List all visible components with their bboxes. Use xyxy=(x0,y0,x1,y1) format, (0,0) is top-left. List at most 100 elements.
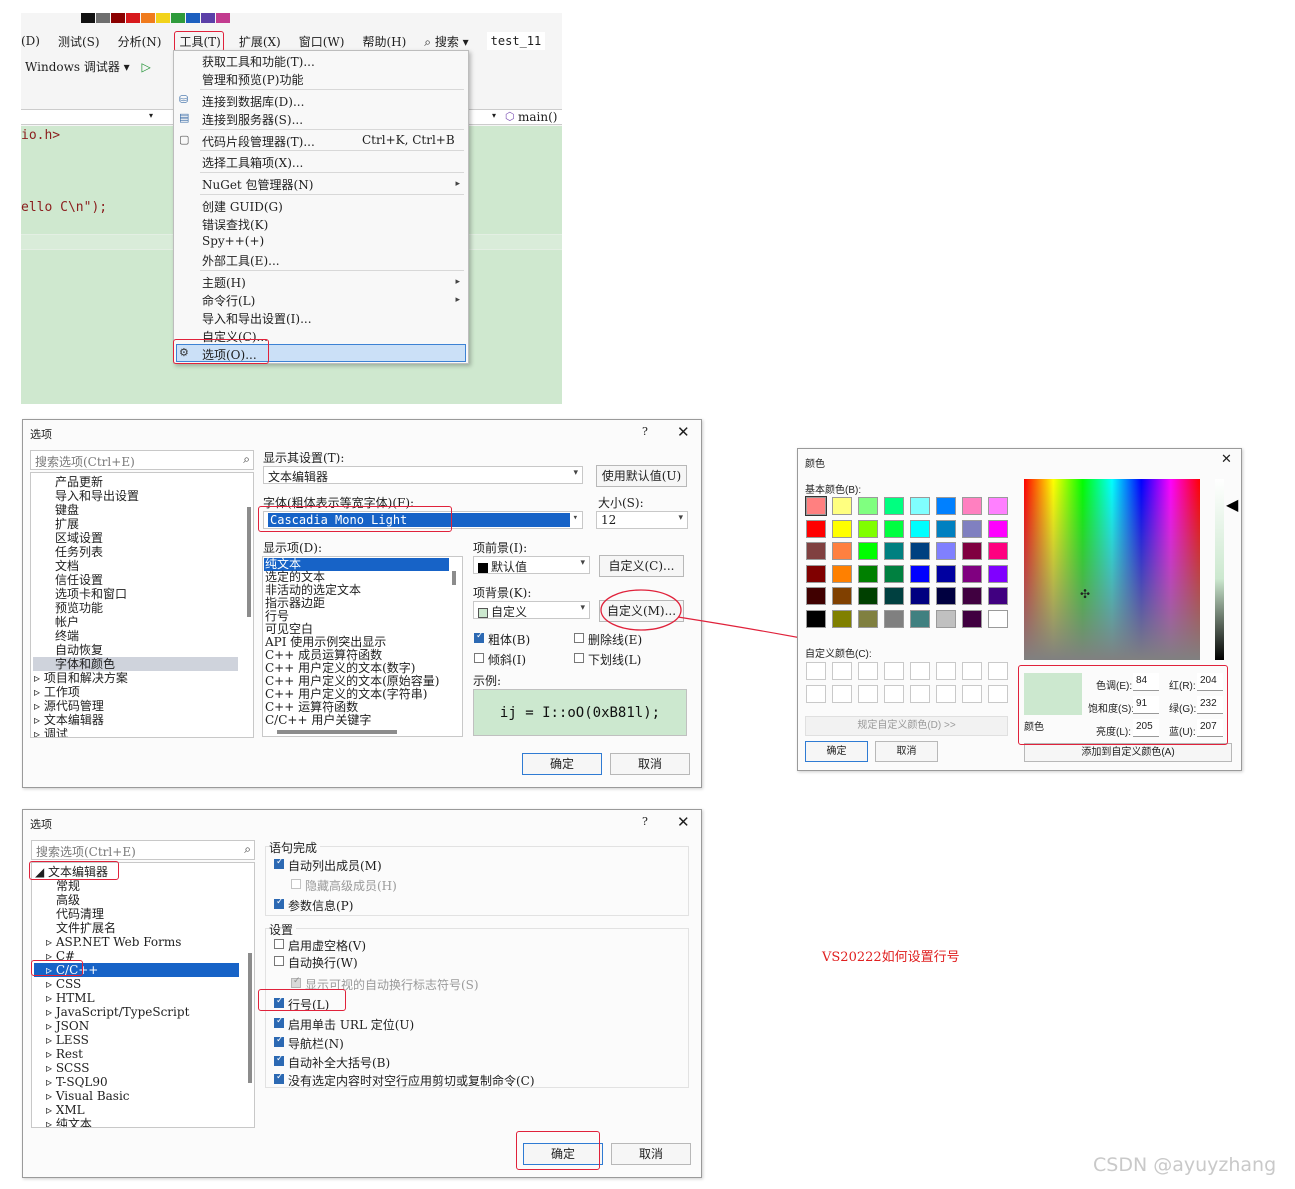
cancel-button[interactable]: 取消 xyxy=(875,741,938,762)
tree-item[interactable]: ▹ Visual Basic xyxy=(46,1089,130,1103)
blue-field[interactable]: 207 xyxy=(1197,719,1223,737)
basic-color-swatch[interactable] xyxy=(884,587,904,605)
custom-color-swatch[interactable] xyxy=(806,685,826,703)
basic-color-swatch[interactable] xyxy=(806,519,826,538)
tree-item[interactable]: ▹ JavaScript/TypeScript xyxy=(46,1005,189,1019)
tree-item[interactable]: 文件扩展名 xyxy=(56,921,116,935)
ok-button[interactable]: 确定 xyxy=(523,1143,603,1165)
tree-item[interactable]: ▹ ASP.NET Web Forms xyxy=(46,935,181,949)
basic-color-swatch[interactable] xyxy=(884,564,904,583)
custom-color-swatch[interactable] xyxy=(936,685,956,703)
help-button[interactable]: ? xyxy=(642,815,648,828)
single-click-url-checkbox[interactable] xyxy=(274,1016,284,1028)
auto-brace-checkbox[interactable] xyxy=(274,1054,284,1066)
basic-color-swatch[interactable] xyxy=(910,519,930,538)
basic-color-swatch[interactable] xyxy=(910,609,930,628)
luminance-pointer-icon[interactable]: ◀ xyxy=(1226,495,1238,514)
basic-color-swatch[interactable] xyxy=(832,564,852,583)
tree-item[interactable]: ▹ SCSS xyxy=(46,1061,89,1075)
basic-color-swatch[interactable] xyxy=(910,542,930,560)
basic-color-swatch[interactable] xyxy=(910,497,930,515)
custom-color-swatch[interactable] xyxy=(884,662,904,680)
custom-color-swatch[interactable] xyxy=(858,662,878,680)
custom-color-swatch[interactable] xyxy=(858,685,878,703)
close-icon[interactable]: ✕ xyxy=(1221,452,1232,467)
lum-field[interactable]: 205 xyxy=(1133,719,1159,737)
visual-glyphs-checkbox[interactable] xyxy=(291,976,301,988)
basic-color-swatch[interactable] xyxy=(962,609,982,628)
nav-bar-checkbox[interactable] xyxy=(274,1035,284,1047)
basic-color-swatch[interactable] xyxy=(962,587,982,605)
basic-color-swatch[interactable] xyxy=(832,609,852,628)
basic-color-swatch[interactable] xyxy=(962,519,982,538)
apply-cut-copy-checkbox[interactable] xyxy=(274,1072,284,1084)
line-numbers-checkbox[interactable] xyxy=(274,996,284,1008)
cancel-button[interactable]: 取消 xyxy=(611,1143,691,1165)
luminance-slider[interactable] xyxy=(1215,479,1224,660)
close-icon[interactable]: ✕ xyxy=(677,813,690,831)
basic-color-swatch[interactable] xyxy=(806,542,826,560)
tree-item[interactable]: 代码清理 xyxy=(56,907,104,921)
search-input[interactable]: 搜索选项(Ctrl+E) ⌕ xyxy=(31,840,255,860)
basic-color-swatch[interactable] xyxy=(884,497,904,515)
tree-item[interactable]: 高级 xyxy=(56,893,80,907)
custom-color-swatch[interactable] xyxy=(962,685,982,703)
basic-color-swatch[interactable] xyxy=(884,519,904,538)
basic-color-swatch[interactable] xyxy=(988,497,1008,515)
basic-color-swatch[interactable] xyxy=(832,587,852,605)
tree-item-text-editor[interactable]: ◢ 文本编辑器 xyxy=(35,865,108,879)
basic-color-swatch[interactable] xyxy=(962,542,982,560)
tree-item[interactable]: ▹ XML xyxy=(46,1103,85,1117)
basic-color-swatch[interactable] xyxy=(858,609,878,628)
tree-item[interactable]: ▹ CSS xyxy=(46,977,81,991)
basic-color-swatch[interactable] xyxy=(936,497,956,515)
tree-item[interactable]: 常规 xyxy=(56,879,80,893)
basic-color-swatch[interactable] xyxy=(858,519,878,538)
basic-color-swatch[interactable] xyxy=(832,497,852,515)
basic-color-swatch[interactable] xyxy=(910,564,930,583)
tree-item[interactable]: ▹ HTML xyxy=(46,991,95,1005)
tree-item[interactable]: ▹ JSON xyxy=(46,1019,89,1033)
auto-list-members-checkbox[interactable] xyxy=(274,857,284,869)
custom-color-swatch[interactable] xyxy=(832,662,852,680)
define-custom-button[interactable]: 规定自定义颜色(D) >> xyxy=(805,716,1008,736)
scrollbar[interactable] xyxy=(248,953,252,1083)
basic-color-swatch[interactable] xyxy=(988,519,1008,538)
basic-color-swatch[interactable] xyxy=(858,542,878,560)
basic-color-swatch[interactable] xyxy=(884,609,904,628)
basic-color-swatch[interactable] xyxy=(858,587,878,605)
basic-color-swatch[interactable] xyxy=(988,564,1008,583)
basic-color-swatch[interactable] xyxy=(962,497,982,515)
tree-item[interactable]: ▹ Rest xyxy=(46,1047,83,1061)
custom-color-swatch[interactable] xyxy=(988,662,1008,680)
color-spectrum[interactable] xyxy=(1024,479,1200,660)
add-custom-color-button[interactable]: 添加到自定义颜色(A) xyxy=(1024,743,1232,762)
basic-color-swatch[interactable] xyxy=(936,519,956,538)
custom-color-swatch[interactable] xyxy=(910,685,930,703)
basic-color-swatch[interactable] xyxy=(858,564,878,583)
hide-advanced-checkbox[interactable] xyxy=(291,879,301,889)
basic-color-swatch[interactable] xyxy=(884,542,904,560)
virtual-space-checkbox[interactable] xyxy=(274,939,284,949)
param-info-checkbox[interactable] xyxy=(274,897,284,909)
tree-item[interactable]: ▹ C# xyxy=(46,949,75,963)
custom-color-swatch[interactable] xyxy=(962,662,982,680)
basic-color-swatch[interactable] xyxy=(910,587,930,605)
basic-color-swatch[interactable] xyxy=(936,609,956,628)
tree-item[interactable]: ▹ 纯文本 xyxy=(46,1117,92,1127)
basic-color-swatch[interactable] xyxy=(988,542,1008,560)
basic-color-swatch[interactable] xyxy=(936,587,956,605)
custom-color-swatch[interactable] xyxy=(806,662,826,680)
basic-color-swatch[interactable] xyxy=(936,542,956,560)
basic-color-swatch[interactable] xyxy=(806,609,826,628)
custom-color-swatch[interactable] xyxy=(832,685,852,703)
tree-item[interactable]: ▹ LESS xyxy=(46,1033,89,1047)
basic-color-swatch[interactable] xyxy=(858,497,878,515)
basic-color-swatch[interactable] xyxy=(988,609,1008,628)
ok-button[interactable]: 确定 xyxy=(805,741,868,762)
basic-color-swatch[interactable] xyxy=(805,496,827,516)
red-field[interactable]: 204 xyxy=(1197,673,1223,691)
custom-color-swatch[interactable] xyxy=(988,685,1008,703)
basic-color-swatch[interactable] xyxy=(832,519,852,538)
sat-field[interactable]: 91 xyxy=(1133,696,1159,714)
